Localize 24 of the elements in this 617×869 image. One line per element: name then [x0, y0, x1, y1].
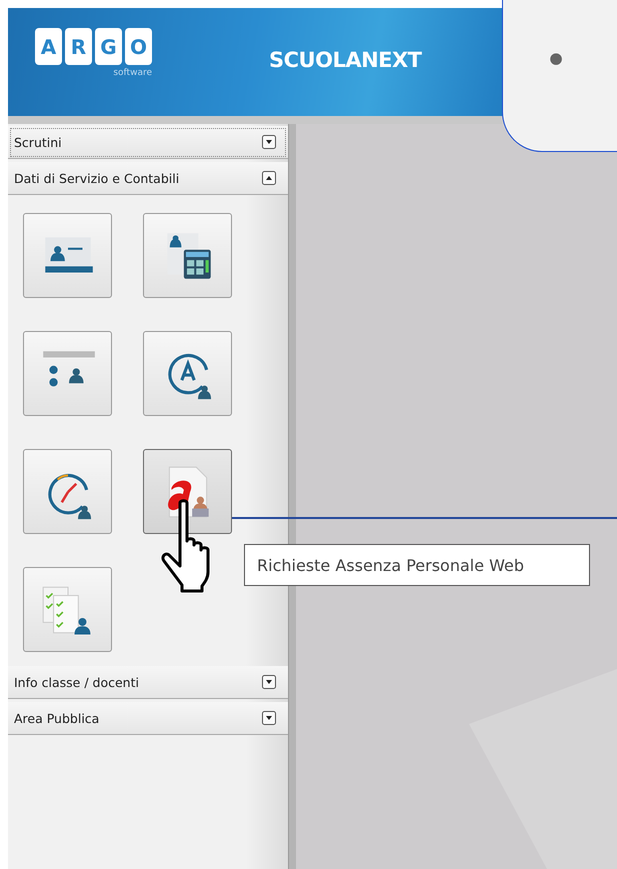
tooltip: Richieste Assenza Personale Web: [244, 544, 590, 586]
logo-letter: A: [35, 28, 62, 65]
app-tile[interactable]: [143, 331, 232, 416]
hand-cursor-icon: [160, 499, 212, 593]
logo-letter: O: [125, 28, 152, 65]
accordion-header[interactable]: Dati di Servizio e Contabili: [8, 162, 288, 195]
logo-subtitle: software: [113, 68, 152, 78]
accordion-header[interactable]: Info classe / docenti: [8, 666, 288, 699]
app-tile[interactable]: [143, 213, 232, 298]
accordion-header[interactable]: Area Pubblica: [8, 702, 288, 735]
expand-icon[interactable]: [262, 711, 276, 725]
collapse-icon[interactable]: [262, 171, 276, 185]
logo-letter: G: [95, 28, 122, 65]
expand-icon[interactable]: [262, 675, 276, 689]
app-tile[interactable]: [23, 567, 112, 652]
app-tile[interactable]: [143, 449, 232, 534]
bullet: •: [544, 40, 568, 80]
app-tile[interactable]: [23, 449, 112, 534]
app-tile[interactable]: [23, 213, 112, 298]
logo-letter: R: [65, 28, 92, 65]
expand-icon[interactable]: [262, 135, 276, 149]
accordion-header[interactable]: Scrutini: [8, 126, 288, 159]
product-name: SCUOLANEXT: [269, 48, 422, 72]
app-tile[interactable]: [23, 331, 112, 416]
